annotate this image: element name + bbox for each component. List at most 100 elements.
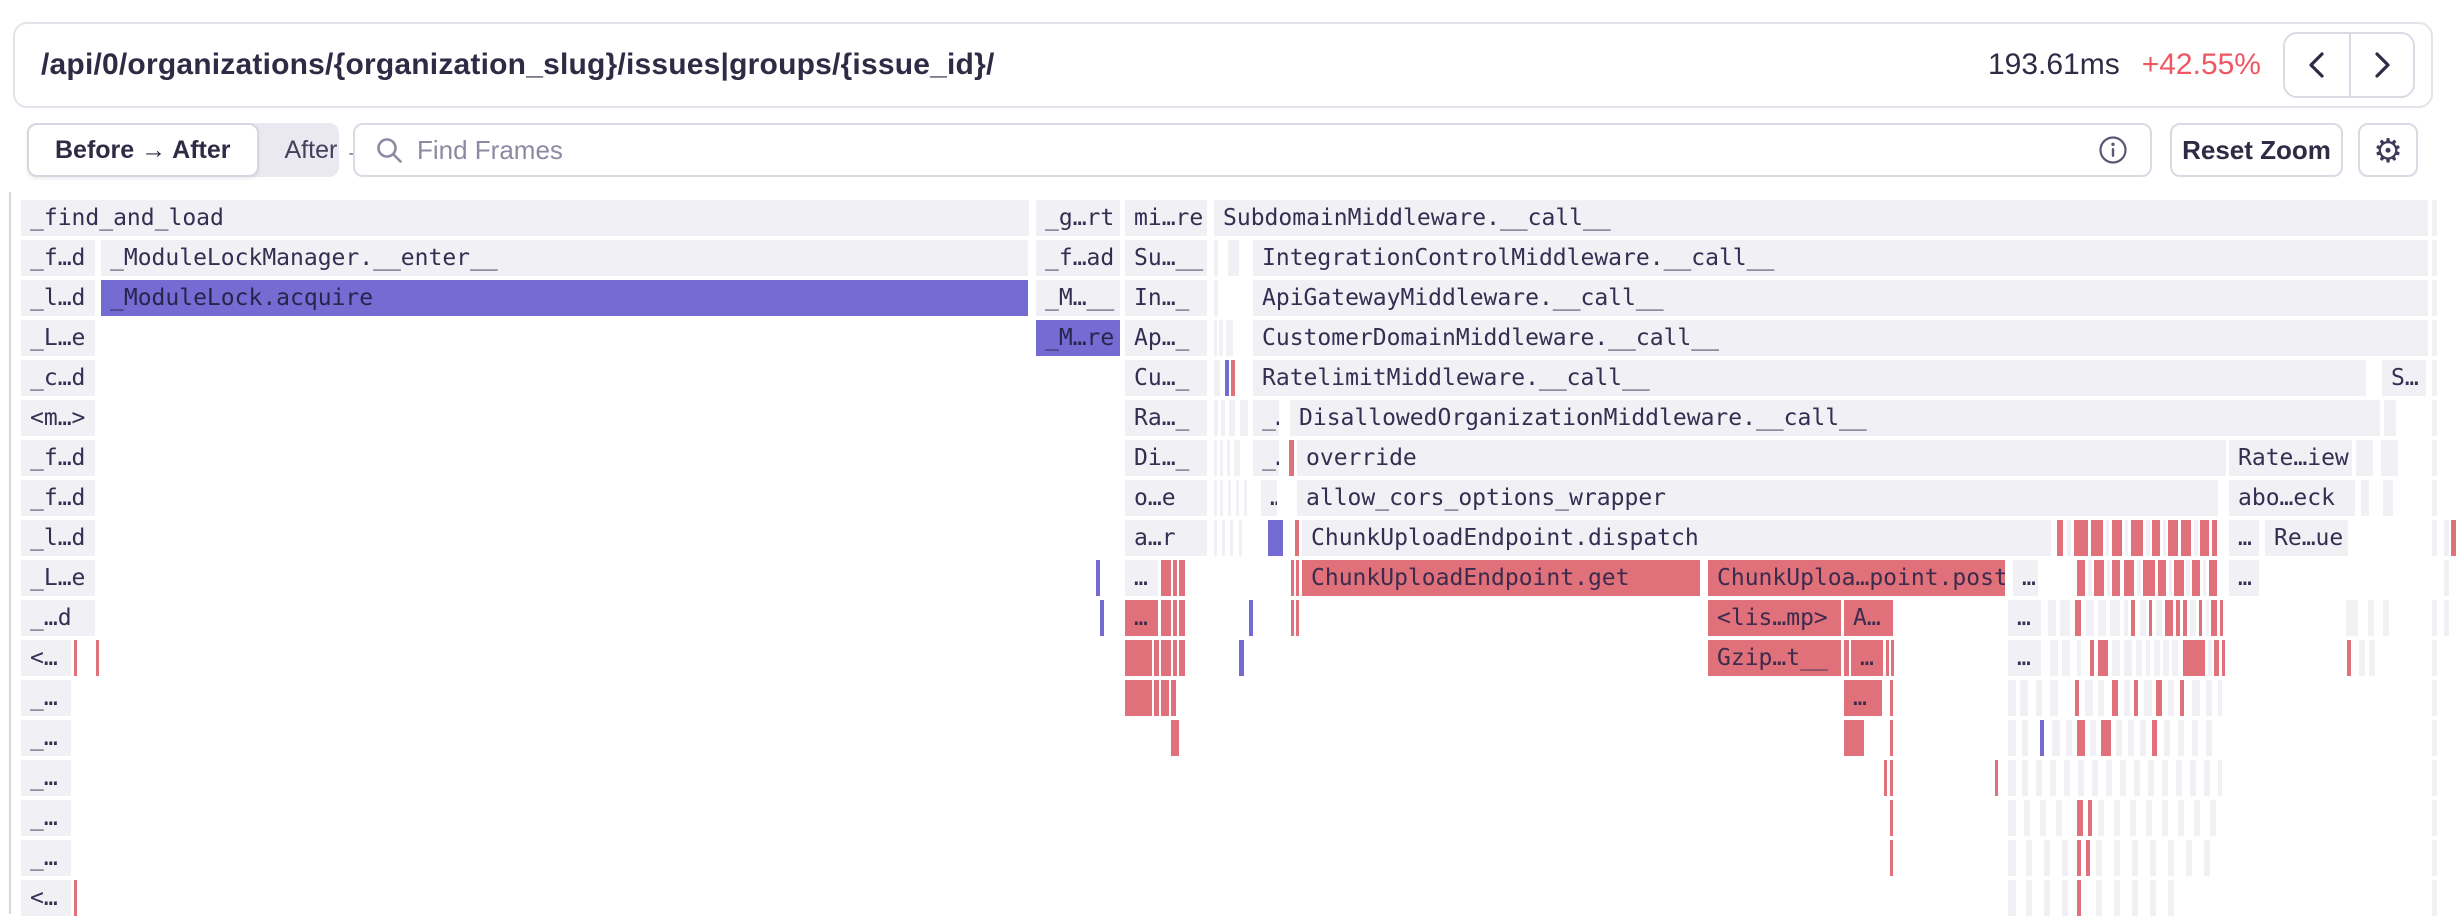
flame-frame-sliver[interactable] [1296,560,1299,596]
flame-frame-sliver[interactable] [2044,840,2050,876]
flame-frame-sliver[interactable] [2444,600,2449,636]
flame-frame[interactable]: _… [1253,400,1279,436]
flame-frame-sliver[interactable] [2349,480,2355,516]
flame-frame[interactable]: RatelimitMiddleware.__call__ [1253,360,2366,396]
flame-frame-sliver[interactable] [2192,680,2200,716]
flame-frame-sliver[interactable] [2052,720,2060,756]
flame-frame-sliver[interactable] [2432,440,2437,476]
flame-frame[interactable]: Rate…iew [2229,440,2352,476]
flame-frame-sliver[interactable] [2163,520,2166,556]
flame-frame-sliver[interactable] [1249,600,1253,636]
flame-frame-sliver[interactable] [1179,600,1185,636]
flame-frame-sliver[interactable] [1295,520,1299,556]
flame-frame-sliver[interactable] [2077,800,2083,836]
flame-frame-sliver[interactable] [2078,760,2084,796]
flame-frame-sliver[interactable] [2383,600,2389,636]
flame-frame-sliver[interactable] [2383,480,2393,516]
flame-frame-sliver[interactable] [2098,640,2108,676]
flame-frame-sliver[interactable] [2432,480,2437,516]
flame-frame-sliver[interactable] [2337,480,2343,516]
flame-frame-sliver[interactable] [2146,520,2150,556]
flame-frame-sliver[interactable] [2384,400,2396,436]
flame-frame[interactable]: S… [2382,360,2426,396]
flame-frame-sliver[interactable] [2008,840,2016,876]
flame-frame-sliver[interactable] [2200,520,2209,556]
flame-frame-sliver[interactable] [2114,880,2120,916]
flame-frame-sliver[interactable] [74,640,77,676]
flame-frame-sliver[interactable] [2077,560,2085,596]
flame-frame-sliver[interactable] [1125,640,1152,676]
flame-frame[interactable]: DisallowedOrganizationMiddleware.__call_… [1290,400,2380,436]
flame-frame-sliver[interactable] [2098,800,2104,836]
flame-frame-sliver[interactable] [2062,880,2068,916]
flame-frame-sliver[interactable] [2186,840,2192,876]
flame-frame-sliver[interactable] [2432,760,2437,796]
flame-frame-sliver[interactable] [2008,720,2016,756]
flame-frame-sliver[interactable] [2096,840,2102,876]
flame-frame[interactable]: Cu…_ [1125,360,1207,396]
flame-frame-sliver[interactable] [96,640,99,676]
flame-frame[interactable]: _M…__ [1036,280,1120,316]
flame-frame-sliver[interactable] [2432,720,2437,756]
flame-frame-sliver[interactable] [2432,400,2437,436]
flame-frame-sliver[interactable] [2096,880,2102,916]
flame-frame-sliver[interactable] [1220,440,1223,476]
flame-frame-sliver[interactable] [2152,720,2157,756]
flame-frame-sliver[interactable] [1173,560,1177,596]
flame-frame-sliver[interactable] [2194,800,2200,836]
flame-frame-sliver[interactable] [2199,600,2202,636]
flame-frame-sliver[interactable] [2048,600,2056,636]
flame-frame-sliver[interactable] [2140,720,2146,756]
flame-frame[interactable]: Su…__ [1125,240,1207,276]
flame-frame[interactable]: _L…e [21,560,95,596]
flame-frame-sliver[interactable] [1231,360,1235,396]
flame-frame-sliver[interactable] [2077,720,2085,756]
flame-frame-sliver[interactable] [2210,800,2216,836]
flame-frame-sliver[interactable] [2154,640,2160,676]
flame-frame-sliver[interactable] [2066,720,2072,756]
flame-frame-sliver[interactable] [1230,520,1233,556]
flame-frame-sliver[interactable] [2178,800,2184,836]
flame-frame-sliver[interactable] [2056,800,2062,836]
flame-frame[interactable]: _… [21,680,71,716]
flame-frame-sliver[interactable] [2209,560,2217,596]
flame-frame-sliver[interactable] [1220,480,1223,516]
flame-frame[interactable]: <… [21,880,71,916]
flame-frame-sliver[interactable] [1234,440,1240,476]
flame-frame-sliver[interactable] [1154,640,1159,676]
flame-frame-sliver[interactable] [2432,640,2437,676]
flame-frame-sliver[interactable] [2092,760,2098,796]
flame-frame-sliver[interactable] [1229,400,1235,436]
flame-frame-sliver[interactable] [1244,480,1247,516]
flame-frame-sliver[interactable] [2146,640,2150,676]
flame-frame-sliver[interactable] [2150,880,2156,916]
flame-frame-sliver[interactable] [2180,680,2184,716]
flame-frame-sliver[interactable] [2036,680,2042,716]
flame-frame-sliver[interactable] [2168,680,2174,716]
flame-frame-sliver[interactable] [2064,760,2070,796]
flame-frame-sliver[interactable] [2218,760,2222,796]
flame-frame-sliver[interactable] [2008,800,2016,836]
flame-frame-sliver[interactable] [2206,600,2209,636]
flame-frame-sliver[interactable] [2120,760,2126,796]
flame-frame-sliver[interactable] [2107,560,2110,596]
flame-frame-sliver[interactable] [2132,880,2138,916]
flame-frame-sliver[interactable] [2136,640,2142,676]
flame-frame-sliver[interactable] [2144,680,2152,716]
flame-frame-sliver[interactable] [2218,680,2222,716]
flame-frame-sliver[interactable] [1289,440,1294,476]
flame-frame-sliver[interactable] [2143,560,2155,596]
flame-frame-sliver[interactable] [2098,680,2104,716]
flame-frame-sliver[interactable] [2090,720,2096,756]
flame-frame[interactable]: … [1851,640,1883,676]
flame-frame-sliver[interactable] [2183,600,2187,636]
flame-frame-sliver[interactable] [2062,840,2068,876]
flame-frame-sliver[interactable] [2176,600,2180,636]
flame-frame[interactable]: _M…re [1036,320,1120,356]
flame-frame-sliver[interactable] [1214,240,1218,276]
flame-frame-sliver[interactable] [2024,800,2030,836]
flame-frame-sliver[interactable] [1844,640,1849,676]
flame-frame[interactable]: allow_cors_options_wrapper [1297,480,2218,516]
flame-frame-sliver[interactable] [2114,840,2120,876]
flame-frame[interactable]: Re…ue [2265,520,2348,556]
